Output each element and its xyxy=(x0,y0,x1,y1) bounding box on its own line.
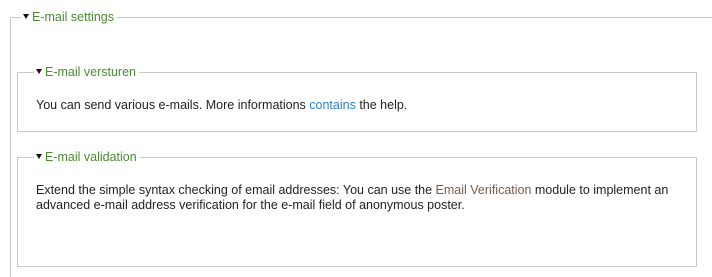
email-settings-toggle[interactable]: E-mail settings xyxy=(21,10,117,24)
caret-down-icon xyxy=(36,69,42,75)
email-sending-toggle[interactable]: E-mail versturen xyxy=(34,65,139,79)
email-settings-title: E-mail settings xyxy=(32,10,114,24)
email-sending-description: You can send various e-mails. More infor… xyxy=(36,98,678,113)
email-validation-toggle[interactable]: E-mail validation xyxy=(34,150,140,164)
email-sending-title: E-mail versturen xyxy=(45,65,136,79)
email-validation-fieldset: E-mail validation Extend the simple synt… xyxy=(17,150,697,267)
email-validation-description: Extend the simple syntax checking of ema… xyxy=(36,183,678,213)
help-link[interactable]: contains xyxy=(309,98,356,112)
email-sending-fieldset: E-mail versturen You can send various e-… xyxy=(17,65,697,132)
email-validation-title: E-mail validation xyxy=(45,150,137,164)
email-sending-text: You can send various e-mails. More infor… xyxy=(36,98,310,112)
caret-down-icon xyxy=(23,14,29,20)
email-validation-text: Extend the simple syntax checking of ema… xyxy=(36,183,436,197)
email-sending-text-end: the help. xyxy=(355,98,408,112)
email-verification-link[interactable]: Email Verification xyxy=(436,183,532,197)
caret-down-icon xyxy=(36,154,42,160)
